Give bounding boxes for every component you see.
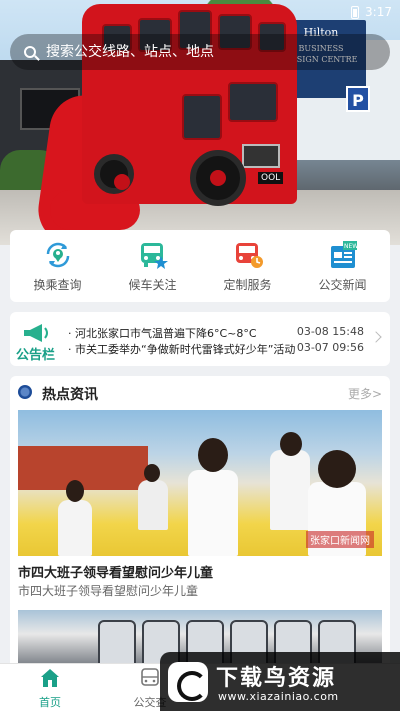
home-icon — [41, 669, 59, 687]
watermark-logo-icon — [168, 662, 208, 702]
hot-news-icon — [18, 385, 32, 399]
quick-item-transfer[interactable]: 换乘查询 — [18, 240, 98, 293]
parking-sign: P — [346, 86, 370, 112]
quick-item-custom[interactable]: 定制服务 — [208, 240, 288, 293]
notice-item[interactable]: · 市关工委举办“争做新时代雷锋式好少年”活动 — [68, 341, 295, 357]
news-article-title[interactable]: 市四大班子领导看望慰问少年儿童 — [18, 562, 213, 581]
watermark-url: www.xiazainiao.com — [218, 690, 339, 703]
bus-icon — [141, 668, 159, 686]
notice-date: 03-07 09:56 — [296, 341, 364, 354]
search-input[interactable] — [46, 44, 346, 60]
notice-item[interactable]: · 河北张家口市气温普遍下降6°C~8°C — [68, 325, 257, 341]
nav-home[interactable]: 首页 — [10, 668, 90, 710]
status-bar: 3:17 — [0, 0, 400, 24]
photo-watermark: 张家口新闻网 — [306, 531, 374, 548]
hot-news-title: 热点资讯 — [42, 387, 98, 403]
download-watermark: 下载鸟资源 www.xiazainiao.com — [160, 652, 400, 711]
news-article-summary: 市四大班子领导看望慰问少年儿童 — [18, 584, 199, 598]
notice-title: 公告栏 — [16, 348, 56, 363]
chevron-right-icon[interactable] — [370, 331, 382, 343]
quick-item-label: 公交新闻 — [318, 277, 367, 292]
bus-plate: OOL — [258, 172, 284, 184]
custom-bus-icon — [235, 242, 263, 268]
svg-text:NEW: NEW — [344, 243, 358, 250]
watermark-title: 下载鸟资源 — [216, 666, 337, 691]
hot-news-section: 热点资讯 更多> 张家口新闻网 市四大班子领导看望慰问少年儿童 市四大班子领导看… — [10, 376, 390, 676]
news-icon: NEW — [330, 240, 358, 268]
bus-wait-icon — [140, 242, 168, 269]
quick-item-label: 换乘查询 — [33, 277, 82, 292]
quick-item-label: 定制服务 — [223, 277, 272, 292]
more-link[interactable]: 更多> — [348, 385, 382, 402]
notice-board[interactable]: 公告栏 · 河北张家口市气温普遍下降6°C~8°C 03-08 15:48 · … — [10, 312, 390, 366]
status-time: 3:17 — [365, 5, 392, 19]
battery-icon — [351, 5, 360, 19]
transfer-query-icon — [46, 242, 69, 267]
quick-item-bus-wait[interactable]: 候车关注 — [113, 240, 193, 293]
nav-label: 首页 — [39, 696, 61, 709]
search-bar[interactable] — [10, 34, 390, 70]
quick-item-news[interactable]: NEW 公交新闻 — [303, 240, 383, 293]
quick-item-label: 候车关注 — [128, 277, 177, 292]
news-photo[interactable]: 张家口新闻网 — [18, 410, 382, 556]
search-icon — [24, 46, 36, 58]
quick-menu: 换乘查询 候车关注 定制服务 NEW 公交新闻 — [10, 230, 390, 302]
notice-date: 03-08 15:48 — [296, 325, 364, 338]
